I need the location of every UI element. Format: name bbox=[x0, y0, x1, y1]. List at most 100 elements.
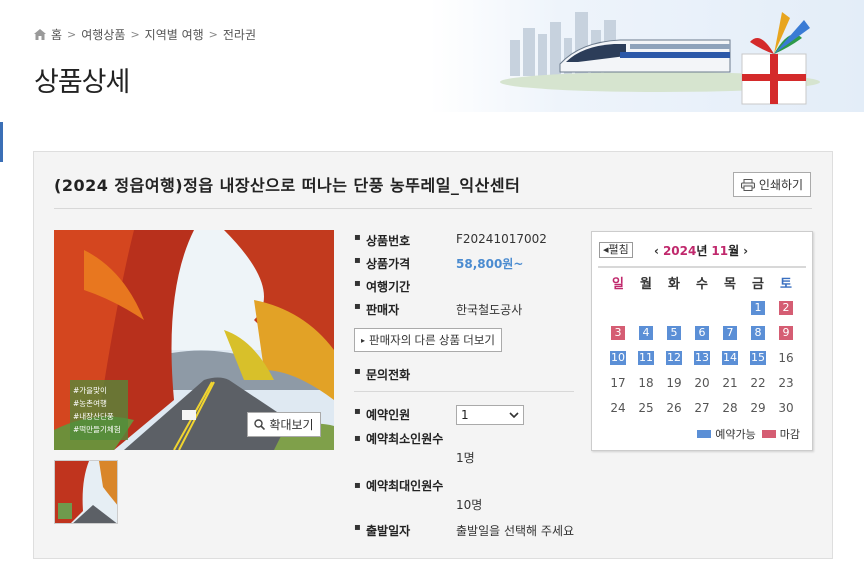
calendar-day-label: 5 bbox=[667, 325, 681, 340]
zoom-button[interactable]: 확대보기 bbox=[247, 412, 321, 437]
seller-more-label: 판매자의 다른 상품 더보기 bbox=[369, 335, 495, 347]
print-button[interactable]: 인쇄하기 bbox=[733, 172, 811, 197]
people-label: 예약인원 bbox=[366, 408, 411, 422]
bullet-icon: ▪ bbox=[354, 480, 361, 491]
calendar-day-label: 7 bbox=[723, 325, 737, 340]
period-label: 여행기간 bbox=[366, 280, 411, 294]
zoom-button-label: 확대보기 bbox=[269, 418, 314, 432]
breadcrumb: 홈 > 여행상품 > 지역별 여행 > 전라권 bbox=[34, 26, 256, 43]
bullet-icon: ▪ bbox=[354, 406, 361, 417]
info-row-phone: ▪ 문의전화 bbox=[354, 366, 456, 383]
calendar-expand-button[interactable]: ◂펼침 bbox=[599, 242, 633, 258]
product-main-photo[interactable]: #가을맞이 #농촌여행 #내장산단풍 #떡만들기체험 확대보기 bbox=[54, 230, 334, 450]
calendar-day-closed[interactable]: 9 bbox=[772, 320, 800, 345]
hashtag-box: #가을맞이 #농촌여행 #내장산단풍 #떡만들기체험 bbox=[70, 380, 128, 440]
info-row-min: ▪ 예약최소인원수 1명 bbox=[354, 429, 475, 466]
calendar-day-avail[interactable]: 5 bbox=[660, 320, 688, 345]
page-title: 상품상세 bbox=[34, 67, 130, 98]
calendar-day: 30 bbox=[778, 400, 794, 415]
min-label: 예약최소인원수 bbox=[366, 432, 444, 446]
people-select[interactable]: 1 bbox=[456, 405, 524, 425]
calendar-day-label: 4 bbox=[639, 325, 653, 340]
product-title: (2024 정읍여행)정읍 내장산으로 떠나는 단풍 농뚜레일_익산센터 bbox=[54, 176, 521, 195]
chevron-right-icon: > bbox=[67, 28, 77, 41]
prev-month-icon[interactable]: ‹ bbox=[654, 244, 659, 258]
calendar-day-avail[interactable]: 14 bbox=[716, 345, 744, 370]
info-row-seller: ▪ 판매자 한국철도공사 bbox=[354, 301, 522, 318]
product-thumbnail[interactable] bbox=[54, 460, 118, 524]
calendar-legend: 예약가능 마감 bbox=[697, 426, 800, 442]
next-month-icon[interactable]: › bbox=[743, 244, 748, 258]
depart-value: 출발일을 선택해 주세요 bbox=[456, 524, 575, 538]
calendar-day-avail[interactable]: 8 bbox=[744, 320, 772, 345]
divider bbox=[354, 391, 574, 392]
calendar-day-avail[interactable]: 1 bbox=[744, 295, 772, 320]
calendar-day-closed[interactable]: 3 bbox=[604, 320, 632, 345]
calendar-day: 19 bbox=[666, 375, 682, 390]
calendar-day-label: 6 bbox=[695, 325, 709, 340]
legend-swatch bbox=[697, 430, 712, 438]
calendar-day: 25 bbox=[638, 400, 654, 415]
breadcrumb-home[interactable]: 홈 bbox=[51, 26, 62, 43]
legend-available: 예약가능 bbox=[697, 426, 756, 442]
calendar-day: 23 bbox=[778, 375, 794, 390]
calendar-day: 17 bbox=[610, 375, 626, 390]
calendar-day-label: 11 bbox=[638, 350, 654, 365]
calendar-year: 2024 bbox=[662, 244, 697, 258]
home-icon[interactable] bbox=[34, 29, 46, 40]
weekday-header: 일 bbox=[612, 277, 624, 292]
calendar-day-label: 10 bbox=[610, 350, 626, 365]
chevron-down-icon bbox=[509, 412, 519, 418]
calendar-day-avail[interactable]: 15 bbox=[744, 345, 772, 370]
calendar-day-label: 2 bbox=[779, 300, 793, 315]
product-detail-panel: (2024 정읍여행)정읍 내장산으로 떠나는 단풍 농뚜레일_익산센터 인쇄하… bbox=[33, 151, 833, 559]
divider bbox=[598, 266, 806, 268]
bullet-icon: ▪ bbox=[354, 278, 361, 289]
calendar-day: 20 bbox=[694, 375, 710, 390]
chevron-right-icon: > bbox=[208, 28, 218, 41]
breadcrumb-item[interactable]: 전라권 bbox=[223, 26, 256, 43]
calendar-day-avail[interactable]: 10 bbox=[604, 345, 632, 370]
calendar-day-avail[interactable]: 12 bbox=[660, 345, 688, 370]
depart-label: 출발일자 bbox=[366, 524, 411, 538]
info-row-depart: ▪ 출발일자 출발일을 선택해 주세요 bbox=[354, 522, 574, 539]
info-row-code: ▪ 상품번호 F20241017002 bbox=[354, 232, 547, 249]
legend-closed: 마감 bbox=[761, 426, 800, 442]
print-button-label: 인쇄하기 bbox=[758, 178, 804, 192]
breadcrumb-item[interactable]: 지역별 여행 bbox=[145, 26, 204, 43]
legend-closed-label: 마감 bbox=[779, 428, 800, 441]
calendar-day-avail[interactable]: 11 bbox=[632, 345, 660, 370]
calendar-day-avail[interactable]: 6 bbox=[688, 320, 716, 345]
weekday-header: 목 bbox=[724, 277, 736, 292]
hashtag: #농촌여행 bbox=[73, 399, 107, 408]
hashtag: #떡만들기체험 bbox=[73, 425, 121, 434]
min-value: 1명 bbox=[456, 451, 475, 465]
breadcrumb-item[interactable]: 여행상품 bbox=[81, 26, 125, 43]
people-select-value: 1 bbox=[461, 408, 469, 422]
calendar-day-avail[interactable]: 4 bbox=[632, 320, 660, 345]
max-label: 예약최대인원수 bbox=[366, 479, 444, 493]
code-value: F20241017002 bbox=[456, 232, 547, 246]
weekday-header: 월 bbox=[640, 277, 652, 292]
calendar-day-label: 13 bbox=[694, 350, 710, 365]
calendar-day: 27 bbox=[694, 400, 710, 415]
calendar-day: 29 bbox=[750, 400, 766, 415]
calendar-day: 26 bbox=[666, 400, 682, 415]
divider bbox=[54, 208, 812, 209]
calendar-day-avail[interactable]: 13 bbox=[688, 345, 716, 370]
info-row-people: ▪ 예약인원 bbox=[354, 406, 456, 423]
calendar-day-label: 14 bbox=[722, 350, 738, 365]
weekday-header: 금 bbox=[752, 277, 764, 292]
calendar-header: ‹ 2024년 11월 › bbox=[654, 242, 748, 259]
calendar-day-avail[interactable]: 7 bbox=[716, 320, 744, 345]
calendar-day-closed[interactable]: 2 bbox=[772, 295, 800, 320]
left-marker bbox=[0, 122, 3, 162]
weekday-header: 화 bbox=[668, 277, 680, 292]
calendar-day: 21 bbox=[722, 375, 738, 390]
seller-more-button[interactable]: ▸ 판매자의 다른 상품 더보기 bbox=[354, 328, 502, 352]
date-calendar: ◂펼침 ‹ 2024년 11월 › 일 월 화 수 목 금 토 1 2 3 4 5 6 7 8 9 10 11 12… bbox=[591, 231, 813, 451]
calendar-day-label: 8 bbox=[751, 325, 765, 340]
calendar-day-label: 9 bbox=[779, 325, 793, 340]
bullet-icon: ▪ bbox=[354, 366, 361, 377]
triangle-right-icon: ▸ bbox=[361, 335, 366, 345]
